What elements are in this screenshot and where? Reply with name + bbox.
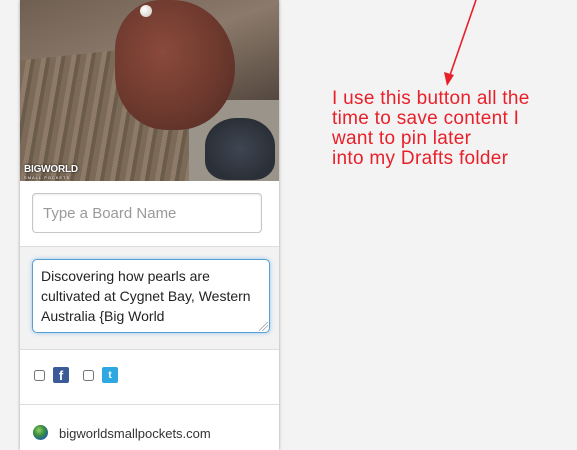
annotation-line: time to save content I	[332, 108, 520, 129]
annotation-line: want to pin later	[332, 128, 472, 149]
annotation-line: into my Drafts folder	[332, 148, 509, 169]
annotation-note: I use this button all the time to save c…	[332, 89, 572, 169]
annotation-arrow	[444, 0, 477, 86]
annotation-line: I use this button all the	[332, 88, 530, 109]
